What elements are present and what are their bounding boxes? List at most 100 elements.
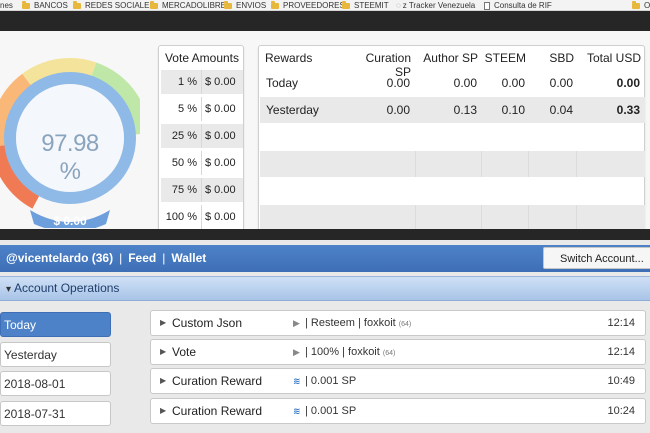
day-item-today[interactable]: Today [0,312,111,337]
bookmark-folder-mercadolibre[interactable]: MERCADOLIBRE [150,0,226,10]
rewards-row-empty [260,205,645,231]
play-icon: ▶ [293,318,300,328]
switch-account-button[interactable]: Switch Account... [543,247,650,269]
curation-sp-value: 0.00 [386,103,410,117]
separator: | [119,251,123,265]
vote-usd: $ 0.00 [205,130,236,142]
total-usd-header: Total USD [586,51,641,65]
day-item-yesterday[interactable]: Yesterday [0,342,111,367]
account-operations-header[interactable]: Account Operations [0,276,650,301]
account-nav-bar: @vicentelardo (36) | Feed | Wallet Switch Ac… [0,245,650,272]
wallet-link[interactable]: Wallet [171,251,206,265]
operation-detail: | Resteem | foxkoit (64) [305,311,411,337]
gauge-graphic [0,57,140,228]
steem-icon: ≋ [293,376,300,386]
bookmark-label: O [644,0,650,10]
bookmark-folder-overflow[interactable]: O [632,0,650,10]
divider [481,205,482,231]
bookmark-label: BANCOS [34,0,68,10]
vote-row: 25 % $ 0.00 [161,124,243,148]
vote-row: 100 % $ 0.00 [161,205,243,229]
feed-link[interactable]: Feed [128,251,156,265]
day-item-2018-07-31[interactable]: 2018-07-31 [0,401,111,426]
vote-row: 1 % $ 0.00 [161,70,243,94]
bookmark-folder-steemit[interactable]: STEEMIT [342,0,389,10]
rewards-row-yesterday: Yesterday 0.00 0.13 0.10 0.04 0.33 [260,97,645,123]
divider [201,205,202,229]
bookmark-folder-proveedores[interactable]: PROVEEDORES [271,0,345,10]
vote-percent: 1 % [178,76,197,88]
chevron-right-icon: ▶ [160,406,167,415]
rewards-row-empty [260,178,645,204]
operation-type: Vote [172,345,197,359]
vote-usd: $ 0.00 [205,211,236,223]
curation-sp-value: 0.00 [386,76,410,90]
folder-icon [22,0,30,9]
page-icon [484,1,490,10]
account-operations-title: Account Operations [6,277,119,300]
folder-icon [73,0,81,9]
separator: | [162,251,166,265]
folder-icon [342,0,350,9]
rewards-header: Rewards [265,51,313,65]
vote-row: 50 % $ 0.00 [161,151,243,175]
vote-amounts-title: Vote Amounts [164,51,240,65]
operation-type: Curation Reward [172,374,263,388]
bookmark-folder-bancos[interactable]: BANCOS [22,0,68,10]
account-links: @vicentelardo (36) | Feed | Wallet [6,245,206,272]
operation-detail: | 100% | foxkoit (64) [305,340,395,366]
voting-power-percent: 97.98 % [41,130,99,185]
vote-row: 75 % $ 0.00 [161,178,243,202]
divider [415,151,416,177]
voting-power-gauge: 97.98 % $ 0.00 [0,28,140,228]
operation-row[interactable]: ▶ Curation Reward ≋ | 0.001 SP 10:49 [150,368,646,394]
chevron-right-icon: ▶ [160,318,167,327]
reputation: (64) [382,350,396,357]
divider [576,205,577,231]
sbd-value: 0.04 [549,103,573,117]
divider [528,205,529,231]
rewards-row-label: Today [266,76,299,90]
account-link[interactable]: @vicentelardo (36) [6,251,113,265]
operation-row[interactable]: ▶ Curation Reward ≋ | 0.001 SP 10:24 [150,398,646,424]
steem-stats-panel: 97.98 % $ 0.00 Vote Amounts 1 % $ 0.00 5 … [0,11,650,240]
divider [415,205,416,231]
bookmark-folder-redes-sociales[interactable]: REDES SOCIALES [73,0,155,10]
bookmark-label: PROVEEDORES [283,0,345,10]
operations-list: ▶ Custom Json ▶ | Resteem | foxkoit (64)… [146,306,650,433]
bookmark-item[interactable]: nes [0,0,13,10]
sbd-header: SBD [549,51,574,65]
bookmark-folder-envios[interactable]: ENVIOS [224,0,266,10]
bookmark-tracker-venezuela[interactable]: ◌ z Tracker Venezuela [396,0,476,10]
bookmark-label: Consulta de RIF [494,0,552,10]
rewards-row-empty [260,124,645,150]
vote-percent: 25 % [171,130,197,142]
bookmark-label: nes [0,0,13,10]
steem-value: 0.10 [501,103,525,117]
bookmark-consulta-rif[interactable]: Consulta de RIF [484,0,552,10]
total-usd-value: 0.33 [616,103,640,117]
operation-time: 12:14 [607,317,635,329]
divider [528,151,529,177]
bookmark-label: z Tracker Venezuela [402,0,476,10]
chevron-right-icon: ▶ [160,347,167,356]
folder-icon [150,0,158,9]
chevron-right-icon: ▶ [160,376,167,385]
rewards-row-today: Today 0.00 0.00 0.00 0.00 0.00 [260,70,645,96]
bookmark-label: REDES SOCIALES [85,0,155,10]
day-item-2018-08-01[interactable]: 2018-08-01 [0,371,111,396]
divider [201,70,202,94]
operation-row[interactable]: ▶ Custom Json ▶ | Resteem | foxkoit (64)… [150,310,646,336]
author-sp-value: 0.13 [453,103,477,117]
operation-time: 12:14 [607,346,635,358]
vote-percent: 50 % [171,157,197,169]
divider [201,124,202,148]
operation-row[interactable]: ▶ Vote ▶ | 100% | foxkoit (64) 12:14 [150,339,646,365]
folder-icon [632,0,640,9]
vote-amounts-card: Vote Amounts 1 % $ 0.00 5 % $ 0.00 25 % $ 0… [158,45,244,233]
divider [201,178,202,202]
steem-header: STEEM [484,51,526,65]
divider [201,97,202,121]
total-usd-value: 0.00 [616,76,640,90]
rewards-row-empty [260,151,645,177]
